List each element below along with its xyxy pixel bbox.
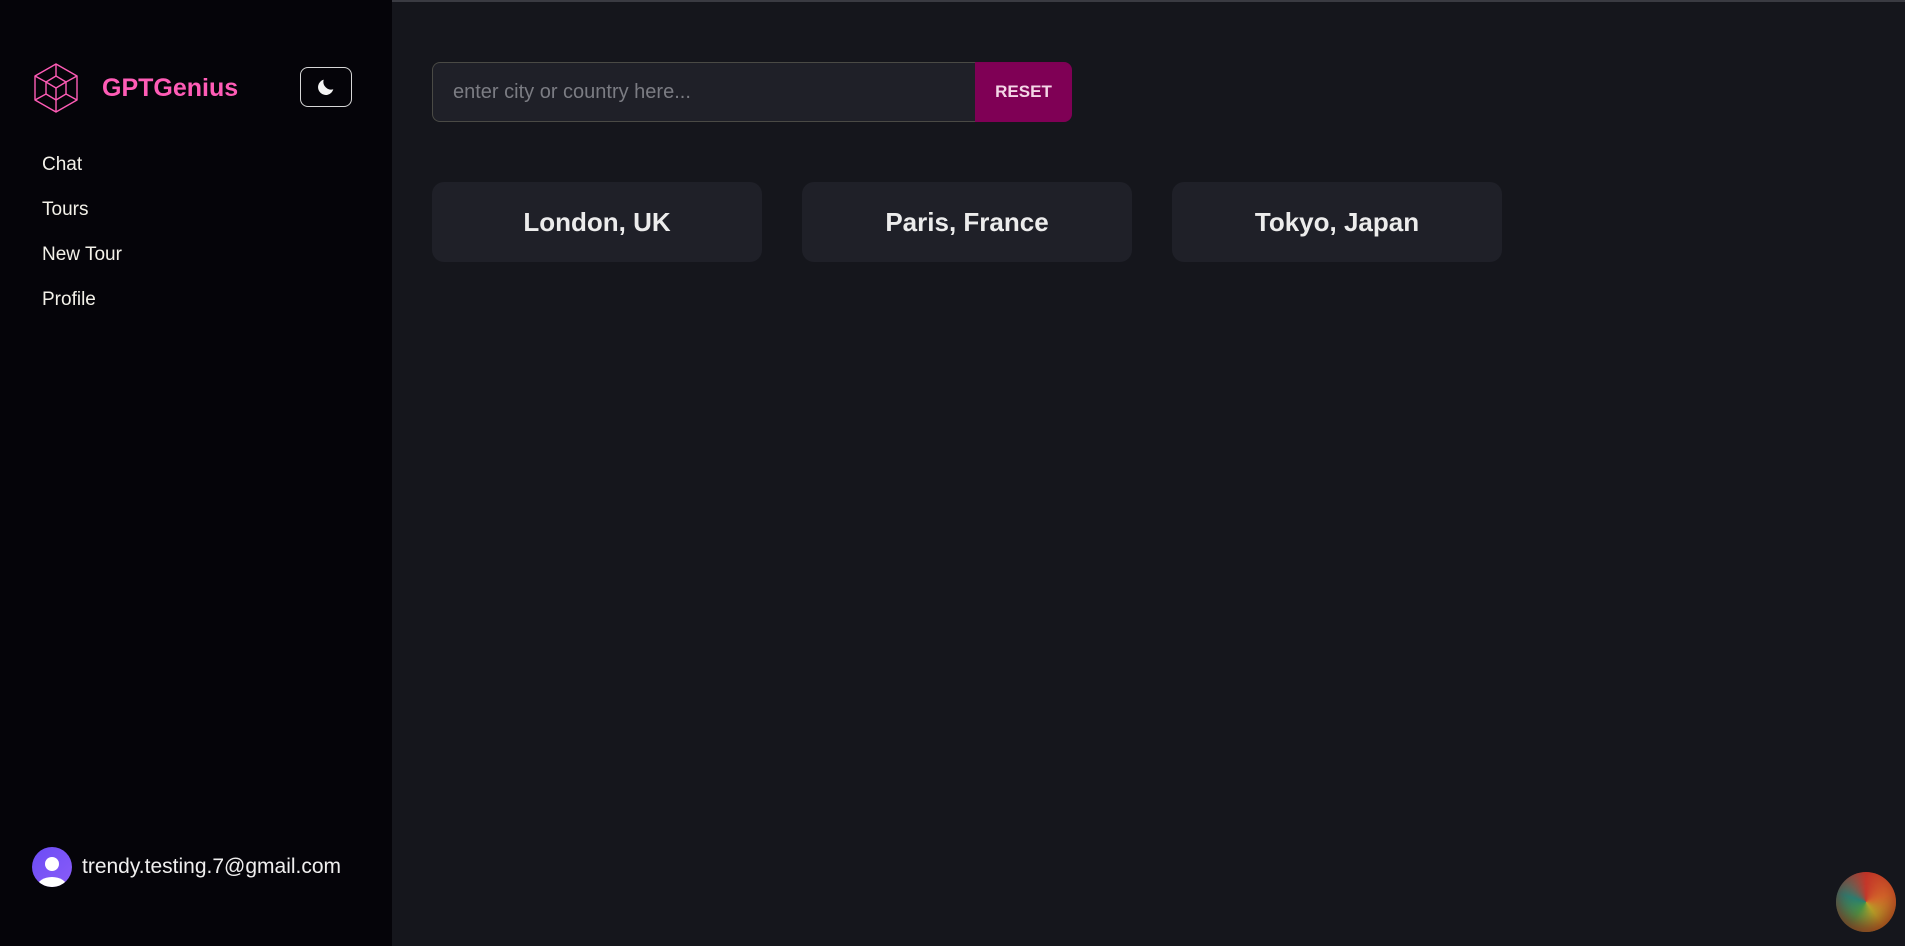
theme-toggle-button[interactable] <box>300 67 352 107</box>
search-bar: RESET <box>432 62 1072 122</box>
logo-icon <box>34 63 78 113</box>
tour-card-label: Tokyo, Japan <box>1254 206 1420 237</box>
moon-icon <box>318 79 334 95</box>
sidebar-item-chat[interactable]: Chat <box>42 150 122 195</box>
tour-card-london[interactable]: London, UK <box>432 182 762 262</box>
search-input[interactable] <box>432 62 975 122</box>
user-profile[interactable]: trendy.testing.7@gmail.com <box>32 846 341 888</box>
tour-card-label: London, UK <box>523 206 671 237</box>
app-name: GPTGenius <box>102 73 239 102</box>
tour-card-label: Paris, France <box>885 206 1049 237</box>
sidebar-nav: Chat Tours New Tour Profile <box>42 150 122 330</box>
reset-button[interactable]: RESET <box>975 62 1072 122</box>
sidebar-item-tours[interactable]: Tours <box>42 195 122 240</box>
brand[interactable]: GPTGenius <box>30 62 238 114</box>
tours-list: London, UK Paris, France Tokyo, Japan <box>432 182 1502 262</box>
tour-card-tokyo[interactable]: Tokyo, Japan <box>1172 182 1502 262</box>
user-avatar-icon <box>32 847 72 887</box>
tour-card-paris[interactable]: Paris, France <box>802 182 1132 262</box>
sidebar-item-profile[interactable]: Profile <box>42 285 122 330</box>
floating-assistant-icon[interactable] <box>1836 872 1896 932</box>
sidebar: GPTGenius Chat Tours New Tour Profile tr… <box>0 0 392 946</box>
main-content: RESET London, UK Paris, France Tokyo, Ja… <box>392 0 1905 946</box>
user-email: trendy.testing.7@gmail.com <box>82 855 342 878</box>
sidebar-item-new-tour[interactable]: New Tour <box>42 240 122 285</box>
